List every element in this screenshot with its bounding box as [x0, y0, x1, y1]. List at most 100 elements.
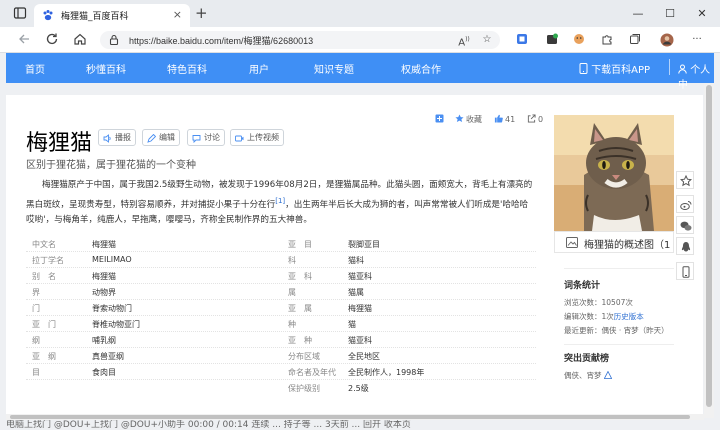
tab-close-icon[interactable]: ×: [173, 8, 182, 21]
lock-icon[interactable]: [108, 34, 120, 46]
back-icon[interactable]: [16, 32, 32, 48]
download-app-label: 下载百科APP: [591, 65, 651, 76]
horizontal-scroll-thumb[interactable]: [10, 415, 690, 419]
url-text[interactable]: https://baike.baidu.com/item/梅狸猫/6268001…: [129, 34, 313, 47]
contributors-title: 突出贡献榜: [564, 354, 610, 364]
info-row: 保护级别 2.5级: [26, 380, 536, 396]
sidebar-toggle-icon[interactable]: [12, 6, 28, 22]
browser-tab-bar: 梅狸猫_百度百科 × + — ☐ ✕: [0, 0, 720, 27]
qq-penguin-icon: [681, 242, 691, 252]
info-label: 分布区域: [288, 352, 320, 361]
video-icon: [235, 133, 244, 142]
broadcast-button[interactable]: 播报: [98, 129, 136, 146]
info-value: 猫亚科: [348, 272, 372, 281]
pencil-icon: [147, 133, 157, 143]
nav-topics[interactable]: 知识专题: [314, 61, 354, 76]
vertical-scrollbar[interactable]: [704, 83, 714, 418]
address-bar[interactable]: https://baike.baidu.com/item/梅狸猫/6268001…: [100, 31, 500, 49]
view-count-label: 浏览次数：: [564, 298, 602, 307]
extensions-puzzle-icon[interactable]: [600, 33, 614, 47]
add-button[interactable]: [435, 114, 444, 125]
share-icon: [527, 114, 536, 123]
nav-miaodong[interactable]: 秒懂百科: [86, 61, 126, 76]
contributors-list[interactable]: 偶侠、宵梦: [564, 370, 613, 381]
read-aloud-icon[interactable]: A)): [457, 33, 471, 48]
info-value: 真兽亚纲: [92, 352, 124, 361]
edit-button[interactable]: 编辑: [142, 129, 180, 146]
info-label: 种: [288, 320, 296, 329]
extension-green-icon[interactable]: [545, 33, 559, 47]
minimize-button[interactable]: —: [630, 6, 646, 22]
upload-video-label: 上传视频: [247, 133, 279, 142]
chat-bubble-icon: [192, 133, 201, 144]
share-count: 0: [538, 115, 544, 124]
extension-blue-icon[interactable]: [515, 33, 529, 47]
reference-link[interactable]: [1]: [275, 197, 285, 205]
reload-icon[interactable]: [44, 32, 60, 48]
collect-button[interactable]: 收藏: [455, 114, 482, 125]
info-value: 猫属: [348, 288, 364, 297]
bottom-status-strip: 电脑上找门 @DOU+上找门 @DOU+小助手 00:00 / 00:14 连续…: [0, 420, 720, 430]
info-label: 界: [32, 288, 40, 297]
info-value: 脊索动物门: [92, 304, 132, 313]
profile-avatar-icon[interactable]: [660, 33, 674, 47]
nav-user[interactable]: 用户: [249, 61, 269, 76]
extension-face-icon[interactable]: [572, 33, 586, 47]
float-qq-button[interactable]: [676, 237, 694, 255]
float-wechat-button[interactable]: [676, 216, 694, 234]
info-row: 拉丁学名 MEILIMAO 科 猫科: [26, 252, 536, 268]
summary-paragraph: 梅狸猫原产于中国，属于我国2.5级野生动物，被发现于1996年08月2日，是狸猫…: [26, 178, 536, 228]
info-row: 纲 哺乳纲 亚 种 猫亚科: [26, 332, 536, 348]
last-updated-label: 最近更新：: [564, 326, 602, 335]
info-value: 哺乳纲: [92, 336, 116, 345]
info-label: 亚 科: [288, 272, 312, 281]
divider: [564, 344, 674, 345]
float-weibo-button[interactable]: [676, 195, 694, 213]
collections-icon[interactable]: [628, 33, 642, 47]
maximize-button[interactable]: ☐: [662, 6, 678, 22]
thumbs-up-icon: [494, 114, 503, 123]
info-label: 门: [32, 304, 40, 313]
stats-title: 词条统计: [564, 281, 601, 291]
upload-video-button[interactable]: 上传视频: [230, 129, 284, 146]
new-tab-button[interactable]: +: [195, 5, 208, 21]
info-value: 裂脚亚目: [348, 240, 380, 249]
cat-summary-image[interactable]: [554, 115, 674, 231]
nav-divider: [669, 59, 670, 75]
info-value: 脊椎动物亚门: [92, 320, 140, 329]
info-value: MEILIMAO: [92, 255, 132, 264]
info-label: 属: [288, 288, 296, 297]
info-value: 2.5级: [348, 384, 369, 393]
like-button[interactable]: 41: [494, 114, 515, 124]
download-app-link[interactable]: 下载百科APP: [579, 61, 650, 76]
info-label: 亚 目: [288, 240, 312, 249]
warning-triangle-icon: [603, 370, 613, 379]
speaker-icon: [103, 133, 112, 143]
nav-partners[interactable]: 权威合作: [401, 61, 441, 76]
more-menu-icon[interactable]: ···: [690, 33, 704, 47]
close-window-button[interactable]: ✕: [694, 6, 710, 22]
share-button[interactable]: 0: [527, 114, 543, 124]
home-icon[interactable]: [72, 32, 88, 48]
baidu-paw-icon: [42, 9, 54, 21]
info-label: 亚 门: [32, 320, 56, 329]
browser-tab-active[interactable]: 梅狸猫_百度百科 ×: [34, 4, 190, 27]
favorite-star-icon[interactable]: ☆: [480, 33, 494, 47]
history-version-link[interactable]: 历史版本: [614, 312, 644, 321]
edit-label: 编辑: [159, 133, 175, 142]
vertical-scroll-thumb[interactable]: [706, 85, 712, 407]
nav-special[interactable]: 特色百科: [167, 61, 207, 76]
info-label: 纲: [32, 336, 40, 345]
image-caption-bar[interactable]: 梅狸猫的概述图（1: [554, 231, 674, 253]
image-caption: 梅狸猫的概述图（1: [584, 240, 671, 251]
phone-icon: [579, 63, 588, 74]
float-mobile-button[interactable]: [676, 262, 694, 280]
discuss-button[interactable]: 讨论: [187, 129, 225, 146]
like-count: 41: [505, 115, 516, 124]
info-value: 猫科: [348, 256, 364, 265]
last-updated-value: 偶侠 · 宵梦（昨天）: [601, 326, 669, 335]
nav-home[interactable]: 首页: [25, 61, 45, 76]
view-count: 浏览次数：10507次: [564, 297, 633, 308]
float-favorite-button[interactable]: [676, 171, 694, 189]
info-label: 亚 属: [288, 304, 312, 313]
